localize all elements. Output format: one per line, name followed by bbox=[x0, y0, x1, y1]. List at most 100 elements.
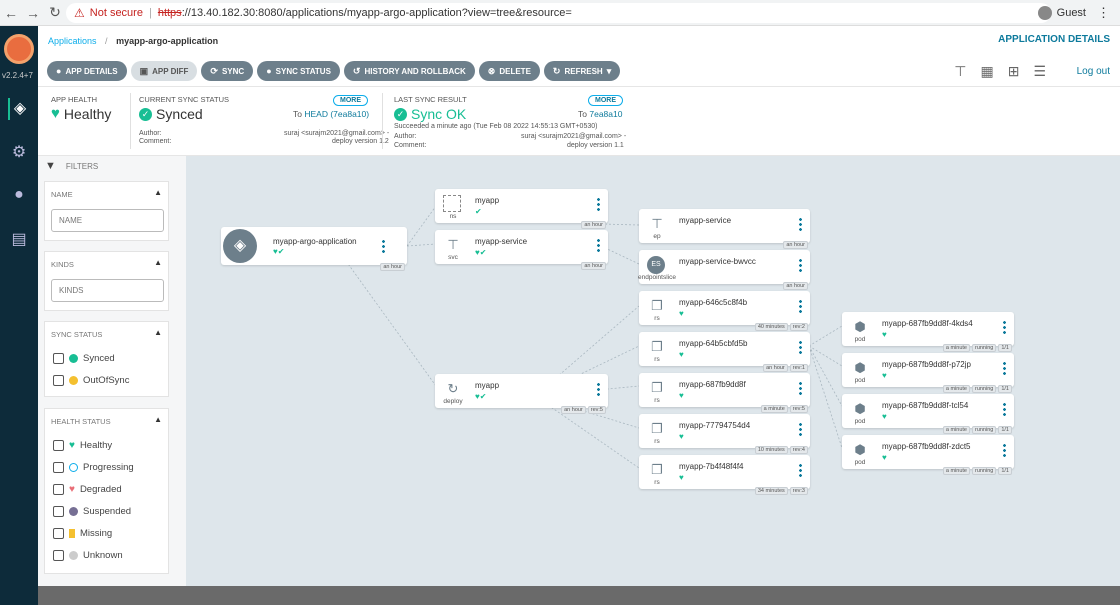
menu-icon[interactable]: ⋮ bbox=[1097, 5, 1110, 21]
checkbox[interactable] bbox=[53, 440, 64, 451]
age-tag: an hour bbox=[783, 282, 808, 290]
applications-icon[interactable]: ◈ bbox=[8, 98, 30, 120]
checkbox[interactable] bbox=[53, 506, 64, 517]
node-menu-icon[interactable] bbox=[597, 197, 600, 211]
delete-button[interactable]: ⊗ DELETE bbox=[478, 61, 540, 81]
service-node[interactable]: ⊤ svc myapp-service ♥✔ an hour bbox=[435, 230, 608, 270]
app-node[interactable]: ◈ myapp-argo-application ♥✔ an hour bbox=[221, 227, 407, 271]
app-diff-button[interactable]: ▣ APP DIFF bbox=[130, 61, 198, 81]
node-kind: rs bbox=[654, 438, 660, 445]
checkbox[interactable] bbox=[53, 462, 64, 473]
checkbox[interactable] bbox=[53, 375, 64, 386]
breadcrumb: Applications / myapp-argo-application bbox=[48, 36, 219, 46]
tree-view-icon[interactable]: ⊤ bbox=[954, 63, 966, 80]
filter-unknown[interactable]: Unknown bbox=[53, 550, 123, 561]
sync-filter-title: SYNC STATUS bbox=[51, 330, 103, 339]
pod-node[interactable]: ⬢ pod myapp-687fb9dd8f-tcl54 ♥ a minute r… bbox=[842, 394, 1014, 434]
pod-node[interactable]: ⬢ pod myapp-687fb9dd8f-p72jp ♥ a minute r… bbox=[842, 353, 1014, 393]
node-tags: a minute rev:5 bbox=[760, 405, 808, 413]
endpoint-node[interactable]: ⊤ ep myapp-service an hour bbox=[639, 209, 810, 249]
user-icon[interactable]: ● bbox=[8, 184, 30, 206]
profile-button[interactable]: Guest ⋮ bbox=[1037, 5, 1110, 21]
bottom-scrollbar[interactable] bbox=[38, 586, 1120, 605]
argo-logo-icon[interactable] bbox=[4, 34, 34, 64]
list-view-icon[interactable]: ☰ bbox=[1033, 63, 1046, 80]
page-title: APPLICATION DETAILS bbox=[998, 34, 1110, 45]
sync-head-link[interactable]: HEAD (7ea8a10) bbox=[304, 109, 369, 119]
kinds-filter: KINDS ▲ KINDS bbox=[44, 251, 169, 311]
pod-cube-icon: ⬢ bbox=[854, 442, 866, 457]
name-input[interactable]: NAME bbox=[51, 209, 164, 232]
node-menu-icon[interactable] bbox=[1003, 361, 1006, 375]
settings-icon[interactable]: ⚙ bbox=[8, 142, 30, 164]
replicaset-node[interactable]: ❐ rs myapp-77794754d4 ♥ 10 minutes rev:4 bbox=[639, 414, 810, 454]
pod-node[interactable]: ⬢ pod myapp-687fb9dd8f-4kds4 ♥ a minute r… bbox=[842, 312, 1014, 352]
node-menu-icon[interactable] bbox=[1003, 443, 1006, 457]
node-menu-icon[interactable] bbox=[799, 463, 802, 477]
filter-progressing[interactable]: Progressing bbox=[53, 462, 134, 473]
refresh-button[interactable]: ↻ REFRESH ▾ bbox=[543, 61, 621, 81]
sync-button[interactable]: ⟳ SYNC bbox=[201, 61, 254, 81]
reload-icon[interactable]: ↻ bbox=[44, 4, 66, 21]
collapse-icon[interactable]: ▲ bbox=[154, 188, 162, 197]
endpoint-icon: ⊤ bbox=[651, 216, 663, 231]
pod-node[interactable]: ⬢ pod myapp-687fb9dd8f-zdct5 ♥ a minute r… bbox=[842, 435, 1014, 475]
back-icon[interactable]: ← bbox=[0, 5, 22, 21]
network-view-icon[interactable]: ⊞ bbox=[1008, 63, 1020, 80]
node-menu-icon[interactable] bbox=[1003, 320, 1006, 334]
replicaset-node[interactable]: ❐ rs myapp-7b4f48f4f4 ♥ 34 minutes rev:3 bbox=[639, 455, 810, 495]
checkbox[interactable] bbox=[53, 550, 64, 561]
node-menu-icon[interactable] bbox=[1003, 402, 1006, 416]
deployment-node[interactable]: ↻ deploy myapp ♥✔ an hour rev:5 bbox=[435, 374, 608, 414]
collapse-icon[interactable]: ▲ bbox=[154, 328, 162, 337]
node-menu-icon[interactable] bbox=[799, 422, 802, 436]
node-kind: pod bbox=[854, 418, 866, 425]
node-menu-icon[interactable] bbox=[799, 217, 802, 231]
node-tags: an hour bbox=[581, 221, 606, 229]
logout-link[interactable]: Log out bbox=[1077, 66, 1110, 77]
docs-icon[interactable]: ▤ bbox=[8, 229, 30, 251]
filter-suspended[interactable]: Suspended bbox=[53, 506, 131, 517]
address-bar[interactable]: ⚠ Not secure | https ://13.40.182.30:808… bbox=[66, 3, 1051, 23]
filter-icon: ▼ bbox=[45, 160, 56, 172]
last-sync-more-button[interactable]: MORE bbox=[588, 95, 623, 106]
node-menu-icon[interactable] bbox=[597, 382, 600, 396]
checkbox[interactable] bbox=[53, 528, 64, 539]
sync-status-button[interactable]: ● SYNC STATUS bbox=[257, 61, 340, 81]
node-menu-icon[interactable] bbox=[799, 299, 802, 313]
checkbox[interactable] bbox=[53, 484, 64, 495]
collapse-icon[interactable]: ▲ bbox=[154, 415, 162, 424]
history-rollback-label: HISTORY AND ROLLBACK bbox=[364, 66, 466, 76]
breadcrumb-applications[interactable]: Applications bbox=[48, 36, 97, 46]
filter-missing[interactable]: Missing bbox=[53, 528, 112, 539]
node-kind: ep bbox=[653, 233, 661, 240]
endpointslice-node[interactable]: ES endpointslice myapp-service-bwvcc an … bbox=[638, 250, 810, 290]
node-menu-icon[interactable] bbox=[799, 258, 802, 272]
replicaset-node[interactable]: ❐ rs myapp-687fb9dd8f ♥ a minute rev:5 bbox=[639, 373, 810, 413]
filter-healthy[interactable]: ♥ Healthy bbox=[53, 440, 112, 451]
collapse-icon[interactable]: ▲ bbox=[154, 258, 162, 267]
refresh-label: REFRESH bbox=[564, 66, 603, 76]
forward-icon[interactable]: → bbox=[22, 5, 44, 21]
kinds-input[interactable]: KINDS bbox=[51, 279, 164, 302]
sync-more-button[interactable]: MORE bbox=[333, 95, 368, 106]
app-health-value: ♥ Healthy bbox=[51, 105, 111, 122]
filter-outofsync[interactable]: OutOfSync bbox=[53, 375, 129, 386]
replicaset-node[interactable]: ❐ rs myapp-646c5c8f4b ♥ 40 minutes rev:2 bbox=[639, 291, 810, 331]
node-name: myapp-64b5cbfd5b bbox=[679, 339, 748, 348]
namespace-node[interactable]: ns myapp ✔ an hour bbox=[435, 189, 608, 229]
history-rollback-button[interactable]: ↺ HISTORY AND ROLLBACK bbox=[343, 61, 475, 81]
replicaset-node[interactable]: ❐ rs myapp-64b5cbfd5b ♥ an hour rev:1 bbox=[639, 332, 810, 372]
deployment-icon: ↻ bbox=[447, 381, 459, 396]
last-sync-revision-link[interactable]: 7ea8a10 bbox=[589, 109, 622, 119]
node-kind: rs bbox=[654, 356, 660, 363]
pods-view-icon[interactable]: ▦ bbox=[980, 63, 993, 80]
filter-synced[interactable]: Synced bbox=[53, 353, 115, 364]
checkbox[interactable] bbox=[53, 353, 64, 364]
node-menu-icon[interactable] bbox=[799, 381, 802, 395]
node-menu-icon[interactable] bbox=[597, 238, 600, 252]
node-menu-icon[interactable] bbox=[382, 239, 385, 253]
node-menu-icon[interactable] bbox=[799, 340, 802, 354]
filter-degraded[interactable]: ♥ Degraded bbox=[53, 484, 122, 495]
app-details-button[interactable]: ● APP DETAILS bbox=[47, 61, 127, 81]
